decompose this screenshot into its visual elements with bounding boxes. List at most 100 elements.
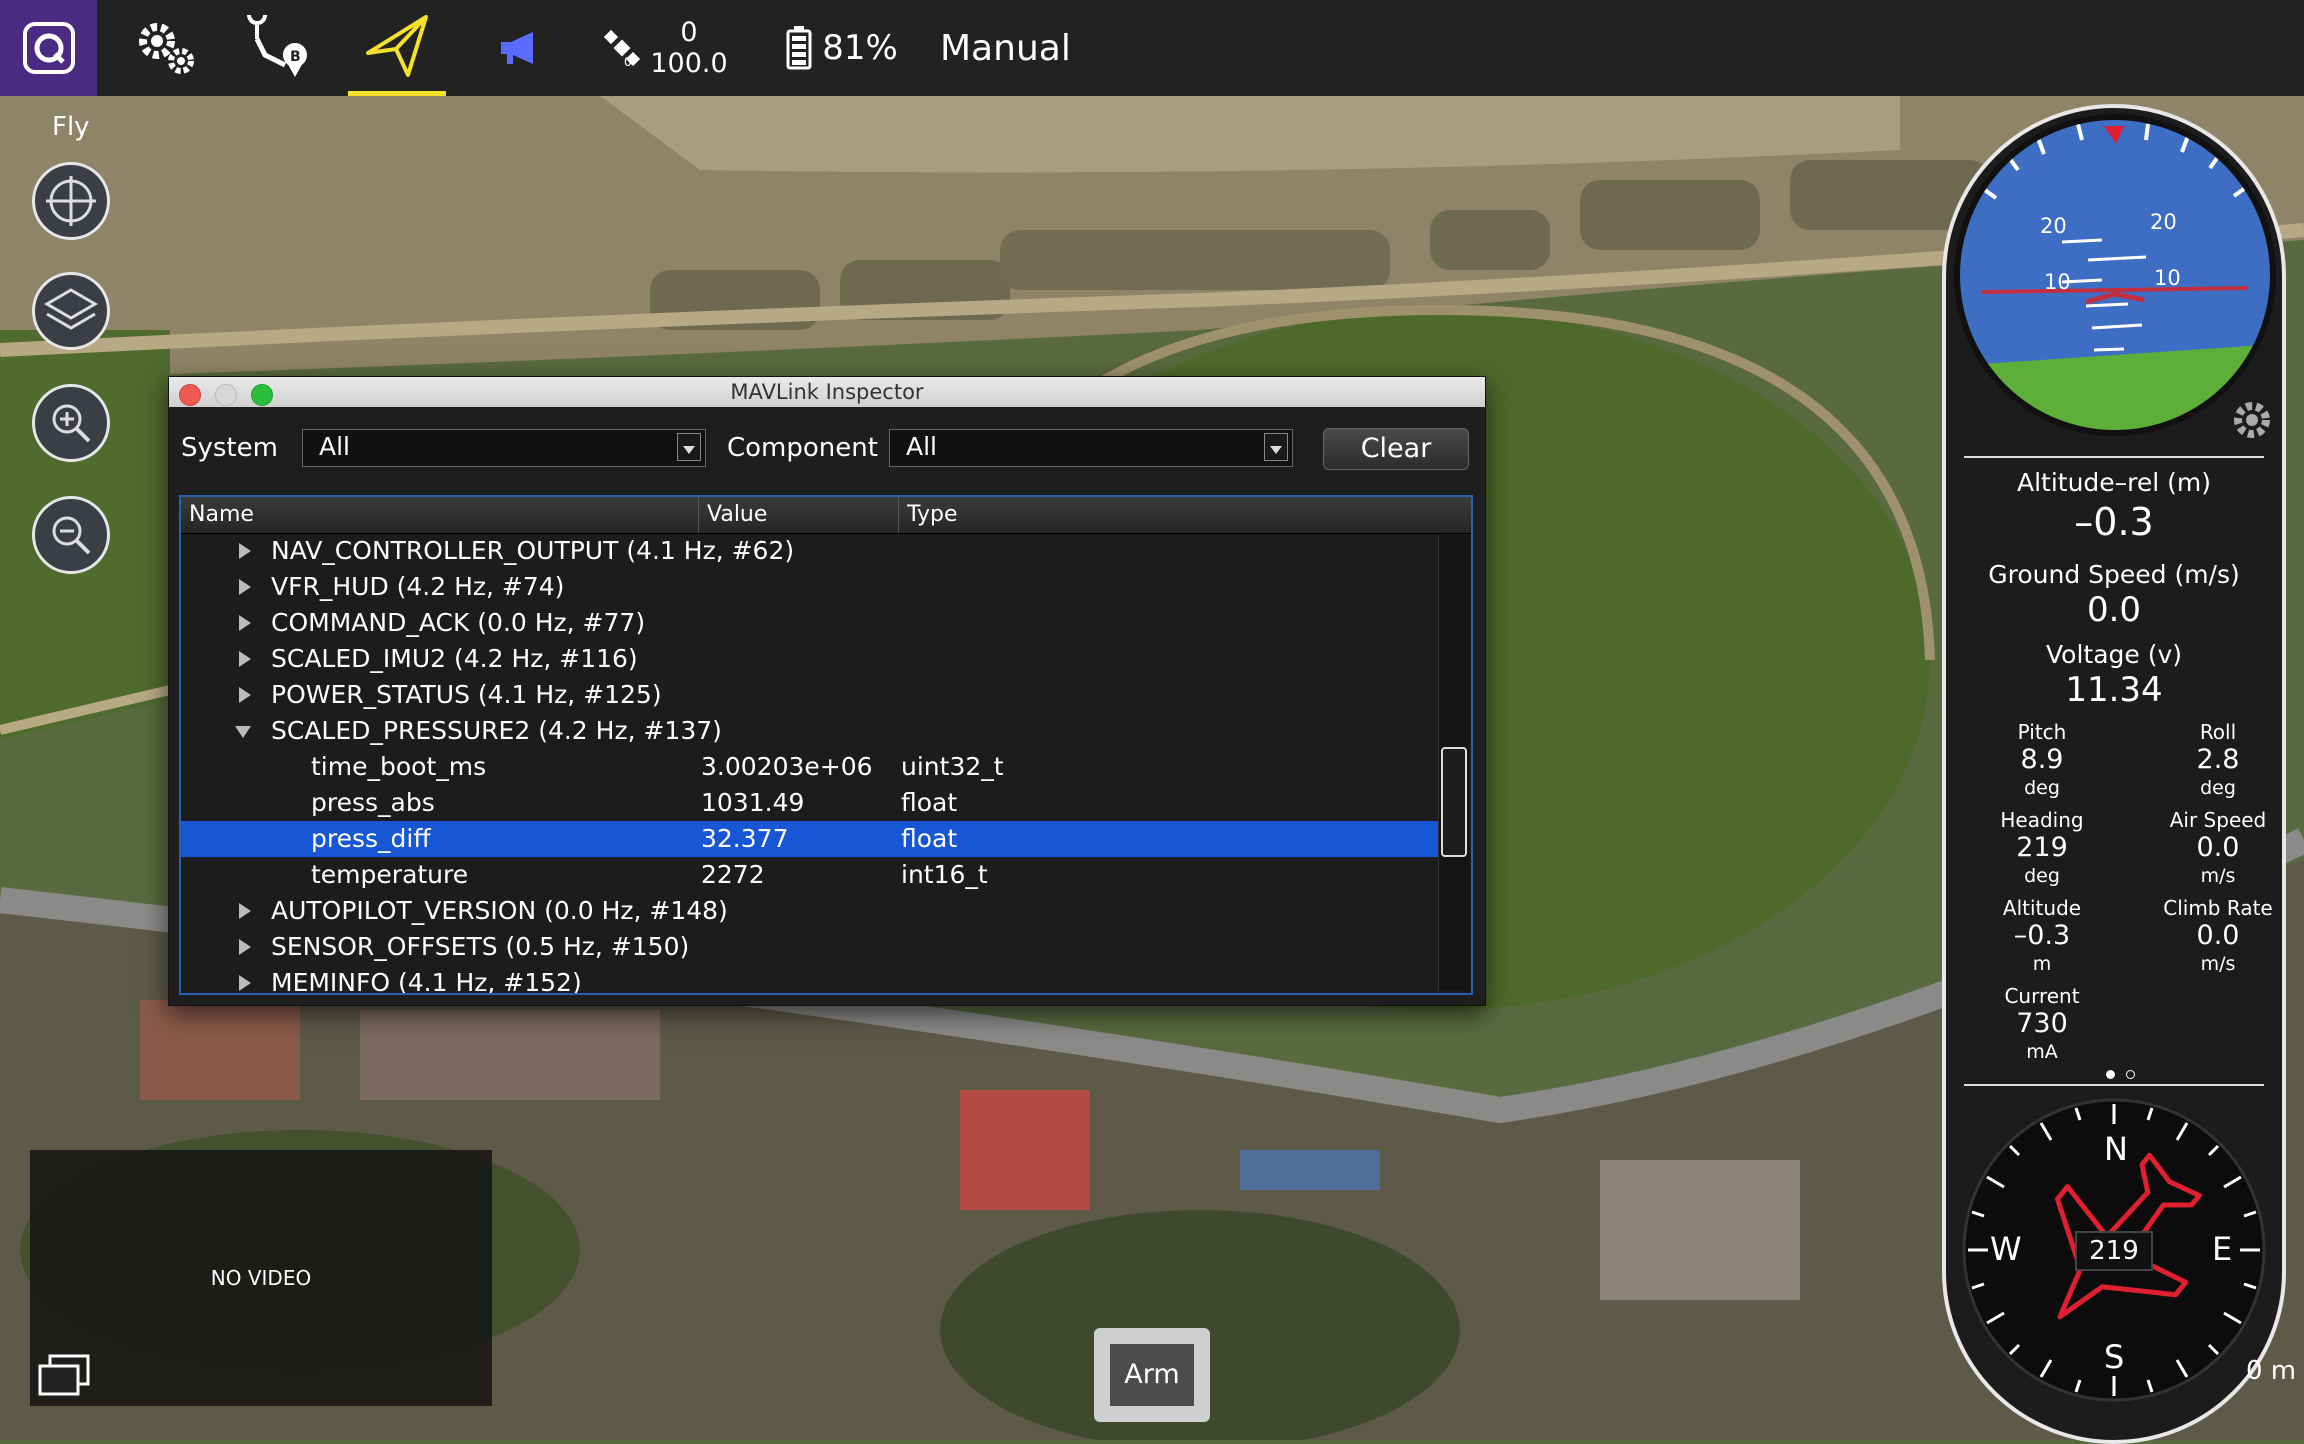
expand-arrow-icon[interactable] — [239, 939, 251, 955]
close-window-button[interactable] — [179, 384, 201, 406]
heading-value: 219 — [2016, 832, 2068, 863]
expand-arrow-icon[interactable] — [239, 975, 251, 991]
tree-row[interactable]: VFR_HUD (4.2 Hz, #74) — [181, 569, 1441, 605]
column-header-value[interactable]: Value — [699, 497, 899, 533]
tree-row[interactable]: MEMINFO (4.1 Hz, #152) — [181, 965, 1441, 993]
current-unit: mA — [2026, 1041, 2058, 1063]
chevron-down-icon — [1264, 433, 1288, 461]
field-type: float — [901, 788, 958, 817]
expand-arrow-icon[interactable] — [239, 903, 251, 919]
field-value: 1031.49 — [701, 788, 805, 817]
tree-row[interactable]: POWER_STATUS (4.1 Hz, #125) — [181, 677, 1441, 713]
pitch-label: 10 — [2154, 266, 2181, 290]
qgc-logo-icon — [22, 22, 75, 74]
component-select[interactable]: All — [889, 429, 1293, 467]
pitch-unit: deg — [2024, 777, 2060, 799]
map-scale: 0 m — [2246, 1356, 2297, 1386]
pitch-label: 10 — [2044, 270, 2071, 294]
system-select[interactable]: All — [302, 429, 706, 467]
column-header-type[interactable]: Type — [899, 497, 1471, 533]
ground-speed-label: Ground Speed (m/s) — [1988, 560, 2240, 589]
expand-arrow-icon[interactable] — [239, 651, 251, 667]
tree-row[interactable]: SCALED_PRESSURE2 (4.2 Hz, #137) — [181, 713, 1441, 749]
gps-indicator[interactable]: 0 0 100.0 — [596, 0, 736, 96]
tree-row-field[interactable]: press_abs 1031.49 float — [181, 785, 1441, 821]
plan-view-button[interactable]: B — [240, 0, 316, 96]
air-speed-value: 0.0 — [2196, 832, 2240, 863]
collapse-arrow-icon[interactable] — [235, 726, 251, 738]
zoom-in-button[interactable] — [32, 384, 110, 462]
component-select-value: All — [906, 432, 937, 461]
compass-heading: 219 — [2089, 1236, 2139, 1266]
current-cell: Current 730 mA — [1972, 984, 2112, 1064]
pitch-cell: Pitch 8.9 deg — [1972, 720, 2112, 800]
climb-rate-unit: m/s — [2200, 953, 2236, 975]
divider — [1964, 456, 2264, 458]
vertical-scrollbar[interactable] — [1438, 535, 1469, 991]
altitude-label: Altitude — [2002, 896, 2082, 920]
current-label: Current — [2004, 984, 2080, 1008]
no-video-text: NO VIDEO — [210, 1266, 312, 1290]
pitch-label: 20 — [2150, 210, 2177, 234]
air-speed-label: Air Speed — [2169, 808, 2267, 832]
battery-indicator[interactable]: 81% — [782, 0, 902, 96]
message-tree[interactable]: Name Value Type NAV_CONTROLLER_OUTPUT (4… — [179, 495, 1473, 995]
heading-cell: Heading 219 deg — [1972, 808, 2112, 888]
settings-button[interactable] — [128, 0, 204, 96]
video-swap-button[interactable] — [36, 1354, 92, 1402]
expand-arrow-icon[interactable] — [239, 615, 251, 631]
clear-button[interactable]: Clear — [1323, 428, 1469, 470]
field-type: float — [901, 824, 958, 853]
tree-row[interactable]: SCALED_IMU2 (4.2 Hz, #116) — [181, 641, 1441, 677]
tree-header: Name Value Type — [181, 497, 1471, 534]
battery-icon — [786, 26, 812, 70]
window-titlebar[interactable]: MAVLink Inspector — [169, 377, 1485, 407]
message-name: POWER_STATUS (4.1 Hz, #125) — [271, 680, 662, 709]
scrollbar-thumb[interactable] — [1441, 747, 1467, 857]
tree-row[interactable]: AUTOPILOT_VERSION (0.0 Hz, #148) — [181, 893, 1441, 929]
field-value: 2272 — [701, 860, 765, 889]
map-layers-button[interactable] — [32, 272, 110, 350]
roll-cell: Roll 2.8 deg — [2148, 720, 2282, 800]
expand-arrow-icon[interactable] — [239, 543, 251, 559]
page-dot[interactable] — [2126, 1070, 2136, 1079]
messages-button[interactable] — [488, 0, 550, 96]
qgc-logo-button[interactable] — [0, 0, 97, 96]
zoom-out-icon — [52, 516, 91, 555]
expand-arrow-icon[interactable] — [239, 687, 251, 703]
tree-row-field[interactable]: temperature 2272 int16_t — [181, 857, 1441, 893]
filter-bar: System All Component All Clear — [169, 423, 1485, 473]
tree-row[interactable]: NAV_CONTROLLER_OUTPUT (4.1 Hz, #62) — [181, 533, 1441, 569]
top-toolbar: B 0 0 100.0 81% Manual — [0, 0, 2304, 96]
center-vehicle-button[interactable] — [32, 162, 110, 240]
tree-row-field[interactable]: time_boot_ms 3.00203e+06 uint32_t — [181, 749, 1441, 785]
zoom-out-button[interactable] — [32, 496, 110, 574]
climb-rate-value: 0.0 — [2196, 920, 2240, 951]
tree-row[interactable]: COMMAND_ACK (0.0 Hz, #77) — [181, 605, 1441, 641]
instrument-panel[interactable]: 20 20 10 10 Altitude–rel (m) –0.3 Ground… — [1942, 104, 2286, 1444]
zoom-window-button[interactable] — [251, 384, 273, 406]
message-name: NAV_CONTROLLER_OUTPUT (4.1 Hz, #62) — [271, 536, 795, 565]
expand-arrow-icon[interactable] — [239, 579, 251, 595]
current-value: 730 — [2016, 1008, 2068, 1039]
minimize-window-button[interactable] — [215, 384, 237, 406]
message-name: SCALED_PRESSURE2 (4.2 Hz, #137) — [271, 716, 722, 745]
instrument-settings-button[interactable] — [2228, 396, 2276, 448]
gps-hdop: 100.0 — [650, 48, 728, 79]
flight-mode-selector[interactable]: Manual — [940, 0, 1071, 96]
layers-icon — [44, 288, 98, 330]
arm-button[interactable]: Arm — [1110, 1344, 1194, 1406]
pitch-ladder-labels: 20 20 10 10 — [1948, 112, 2280, 438]
tree-row[interactable]: SENSOR_OFFSETS (0.5 Hz, #150) — [181, 929, 1441, 965]
alt-rel-label: Altitude–rel (m) — [2016, 468, 2212, 497]
voltage-label: Voltage (v) — [2045, 640, 2183, 669]
page-dot-active[interactable] — [2106, 1070, 2115, 1079]
air-speed-cell: Air Speed 0.0 m/s — [2148, 808, 2282, 888]
fly-view-button[interactable] — [348, 0, 446, 96]
video-panel[interactable]: NO VIDEO — [30, 1150, 492, 1406]
column-header-name[interactable]: Name — [181, 497, 699, 533]
gps-values: 0 100.0 — [650, 17, 727, 79]
page-indicator[interactable] — [2106, 1064, 2136, 1083]
arm-container: Arm — [1094, 1328, 1210, 1422]
tree-row-field-selected[interactable]: press_diff 32.377 float — [181, 821, 1441, 857]
